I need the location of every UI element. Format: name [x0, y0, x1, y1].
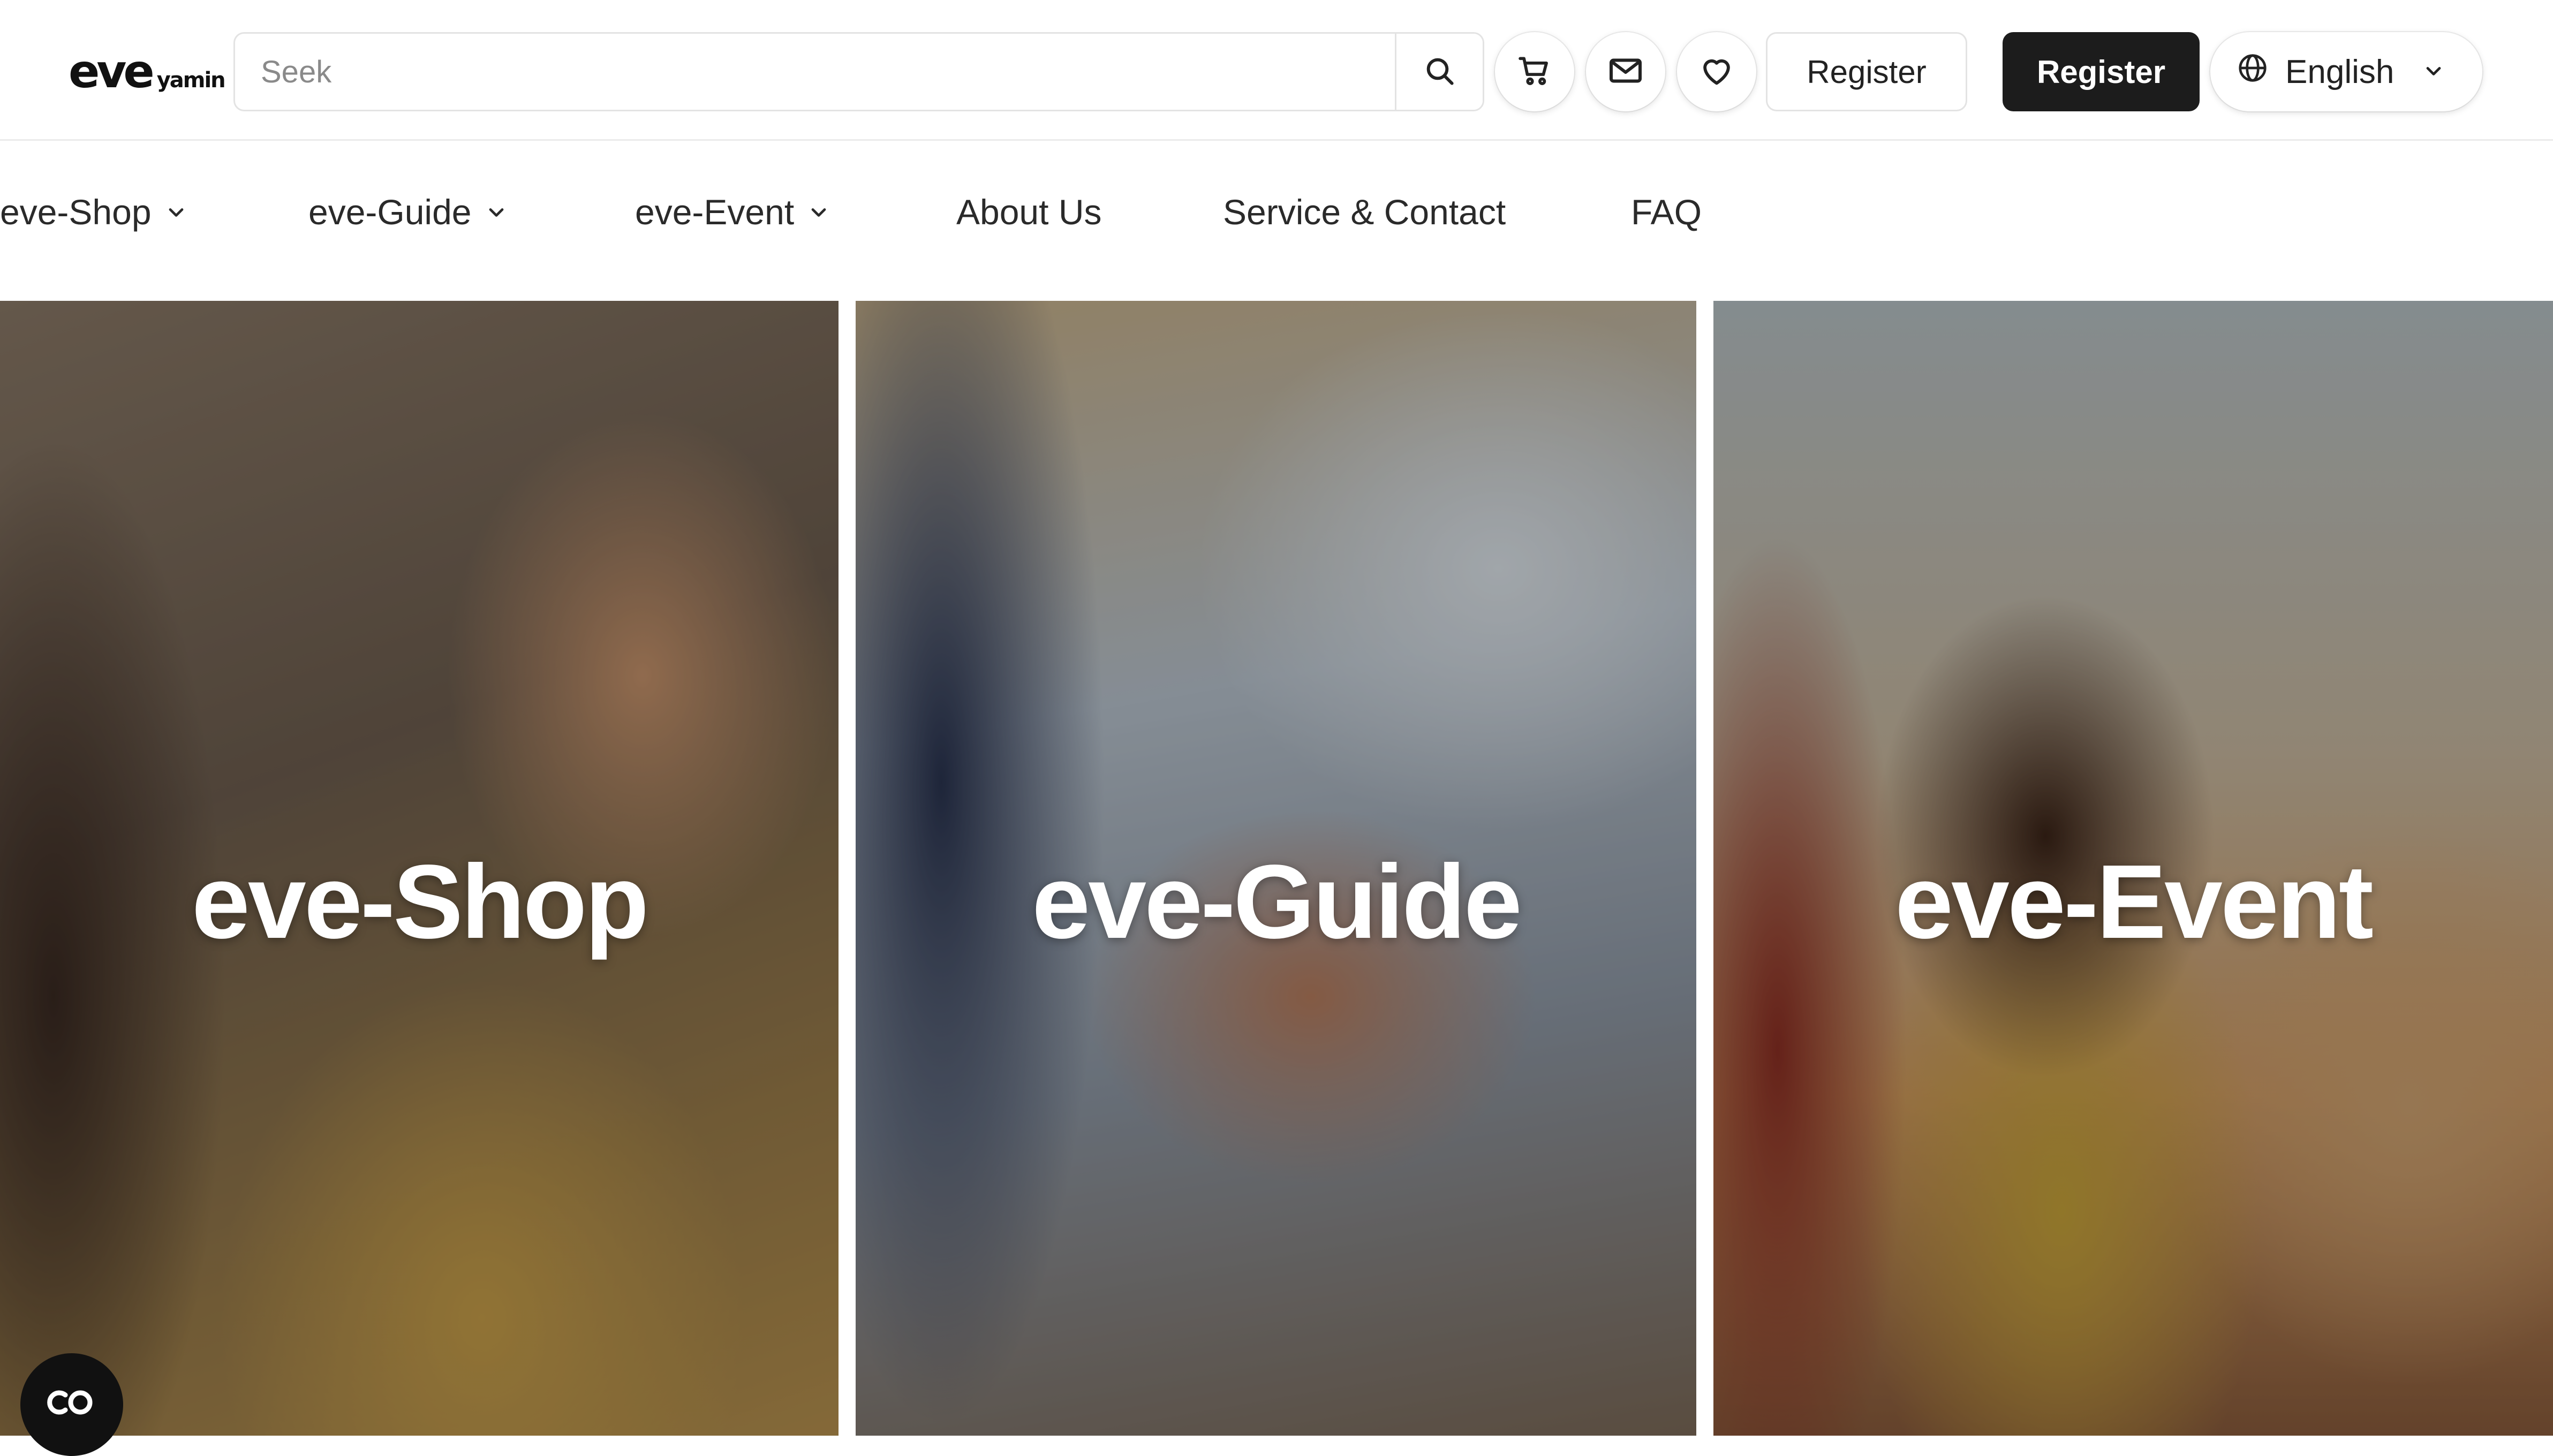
logo-sub-text: yamin — [156, 68, 226, 93]
site-header: eve yamin Seek Register Register English — [0, 0, 2553, 141]
search-icon — [1423, 54, 1457, 90]
accessibility-toggle-button[interactable] — [20, 1353, 123, 1456]
nav-item-label: eve-Event — [635, 192, 795, 232]
language-label: English — [2285, 53, 2395, 90]
main-nav: eve-Shop eve-Guide eve-Event About Us Se… — [0, 142, 2553, 300]
mail-button[interactable] — [1586, 32, 1665, 111]
tile-label: eve-Event — [1894, 843, 2374, 960]
nav-item-label: eve-Shop — [0, 192, 152, 232]
search-bar — [233, 32, 1484, 111]
chevron-down-icon — [164, 192, 188, 232]
wishlist-button[interactable] — [1677, 32, 1756, 111]
nav-item-eve-event[interactable]: eve-Event — [635, 189, 830, 234]
cart-icon — [1516, 52, 1553, 92]
mail-icon — [1606, 51, 1645, 93]
nav-item-eve-guide[interactable]: eve-Guide — [308, 189, 508, 234]
tile-divider — [839, 301, 856, 1436]
language-selector[interactable]: English — [2210, 32, 2482, 111]
chevron-down-icon — [485, 192, 508, 232]
cart-button[interactable] — [1495, 32, 1574, 111]
tile-eve-shop[interactable]: eve-Shop — [0, 301, 839, 1436]
nav-item-label: eve-Guide — [308, 192, 472, 232]
globe-icon — [2236, 51, 2269, 93]
register-primary-button[interactable]: Register — [2003, 32, 2200, 111]
tile-eve-guide[interactable]: eve-Guide — [856, 301, 1696, 1436]
tile-label: eve-Shop — [191, 843, 649, 960]
heart-icon — [1698, 52, 1735, 92]
tile-divider — [1696, 301, 1713, 1436]
nav-item-label: Service & Contact — [1223, 192, 1506, 232]
chevron-down-icon — [2422, 53, 2445, 91]
nav-item-label: About Us — [956, 192, 1102, 232]
nav-item-label: FAQ — [1631, 192, 1702, 232]
register-outline-button[interactable]: Register — [1766, 32, 1967, 111]
search-button[interactable] — [1395, 34, 1483, 110]
nav-item-eve-shop[interactable]: eve-Shop — [0, 189, 188, 234]
tile-eve-event[interactable]: eve-Event — [1713, 301, 2553, 1436]
logo-main-text: eve — [69, 45, 155, 98]
logo[interactable]: eve yamin — [69, 45, 226, 98]
nav-item-about-us[interactable]: About Us — [956, 189, 1101, 234]
infinity-icon — [44, 1386, 100, 1421]
tile-label: eve-Guide — [1032, 843, 1522, 960]
category-tiles: eve-Shop eve-Guide eve-Event — [0, 301, 2553, 1436]
chevron-down-icon — [807, 192, 830, 232]
search-input[interactable] — [235, 34, 1395, 110]
nav-item-faq[interactable]: FAQ — [1631, 189, 1702, 234]
nav-item-service-contact[interactable]: Service & Contact — [1223, 189, 1506, 234]
